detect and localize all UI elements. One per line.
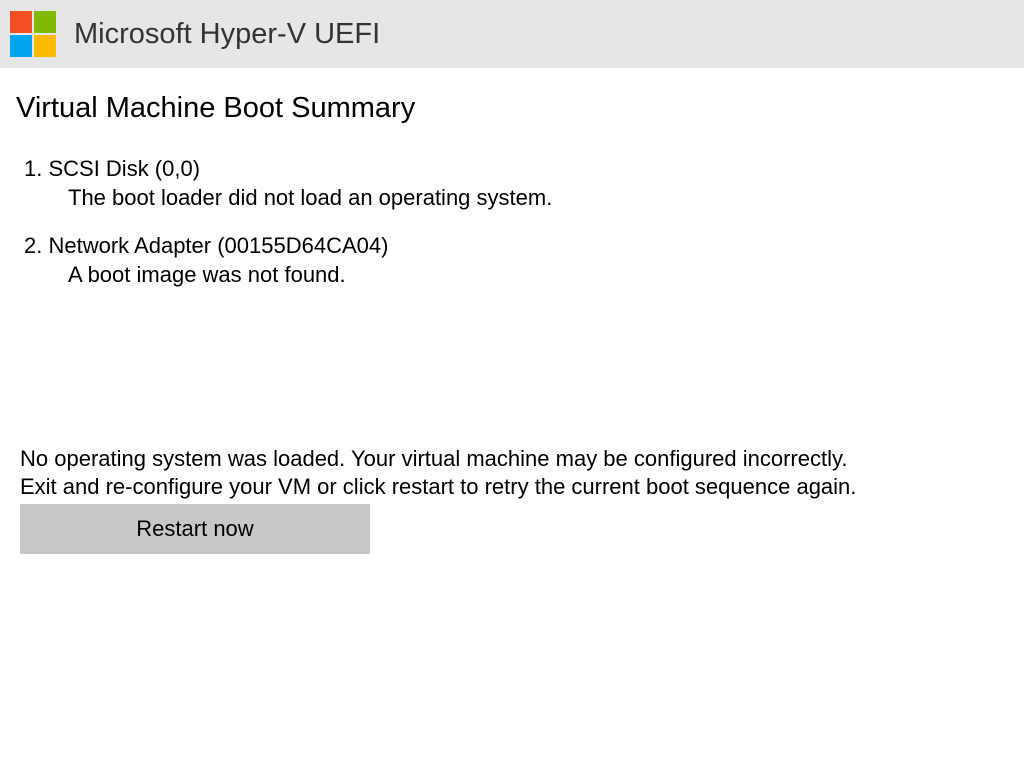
microsoft-logo-icon [10, 11, 56, 57]
error-message: No operating system was loaded. Your vir… [16, 445, 1008, 500]
boot-entry-detail: The boot loader did not load an operatin… [24, 184, 1008, 213]
boot-entry-header: 2. Network Adapter (00155D64CA04) [24, 232, 1008, 261]
page-title: Virtual Machine Boot Summary [16, 92, 1008, 125]
error-line-1: No operating system was loaded. Your vir… [20, 446, 847, 471]
boot-entry: 2. Network Adapter (00155D64CA04) A boot… [16, 232, 1008, 289]
header-title: Microsoft Hyper-V UEFI [74, 18, 380, 51]
boot-entry-detail: A boot image was not found. [24, 261, 1008, 290]
error-line-2: Exit and re-configure your VM or click r… [20, 474, 856, 499]
boot-entry: 1. SCSI Disk (0,0) The boot loader did n… [16, 155, 1008, 212]
content-area: Virtual Machine Boot Summary 1. SCSI Dis… [0, 68, 1024, 554]
restart-button[interactable]: Restart now [20, 504, 370, 554]
boot-entry-header: 1. SCSI Disk (0,0) [24, 155, 1008, 184]
header-bar: Microsoft Hyper-V UEFI [0, 0, 1024, 68]
